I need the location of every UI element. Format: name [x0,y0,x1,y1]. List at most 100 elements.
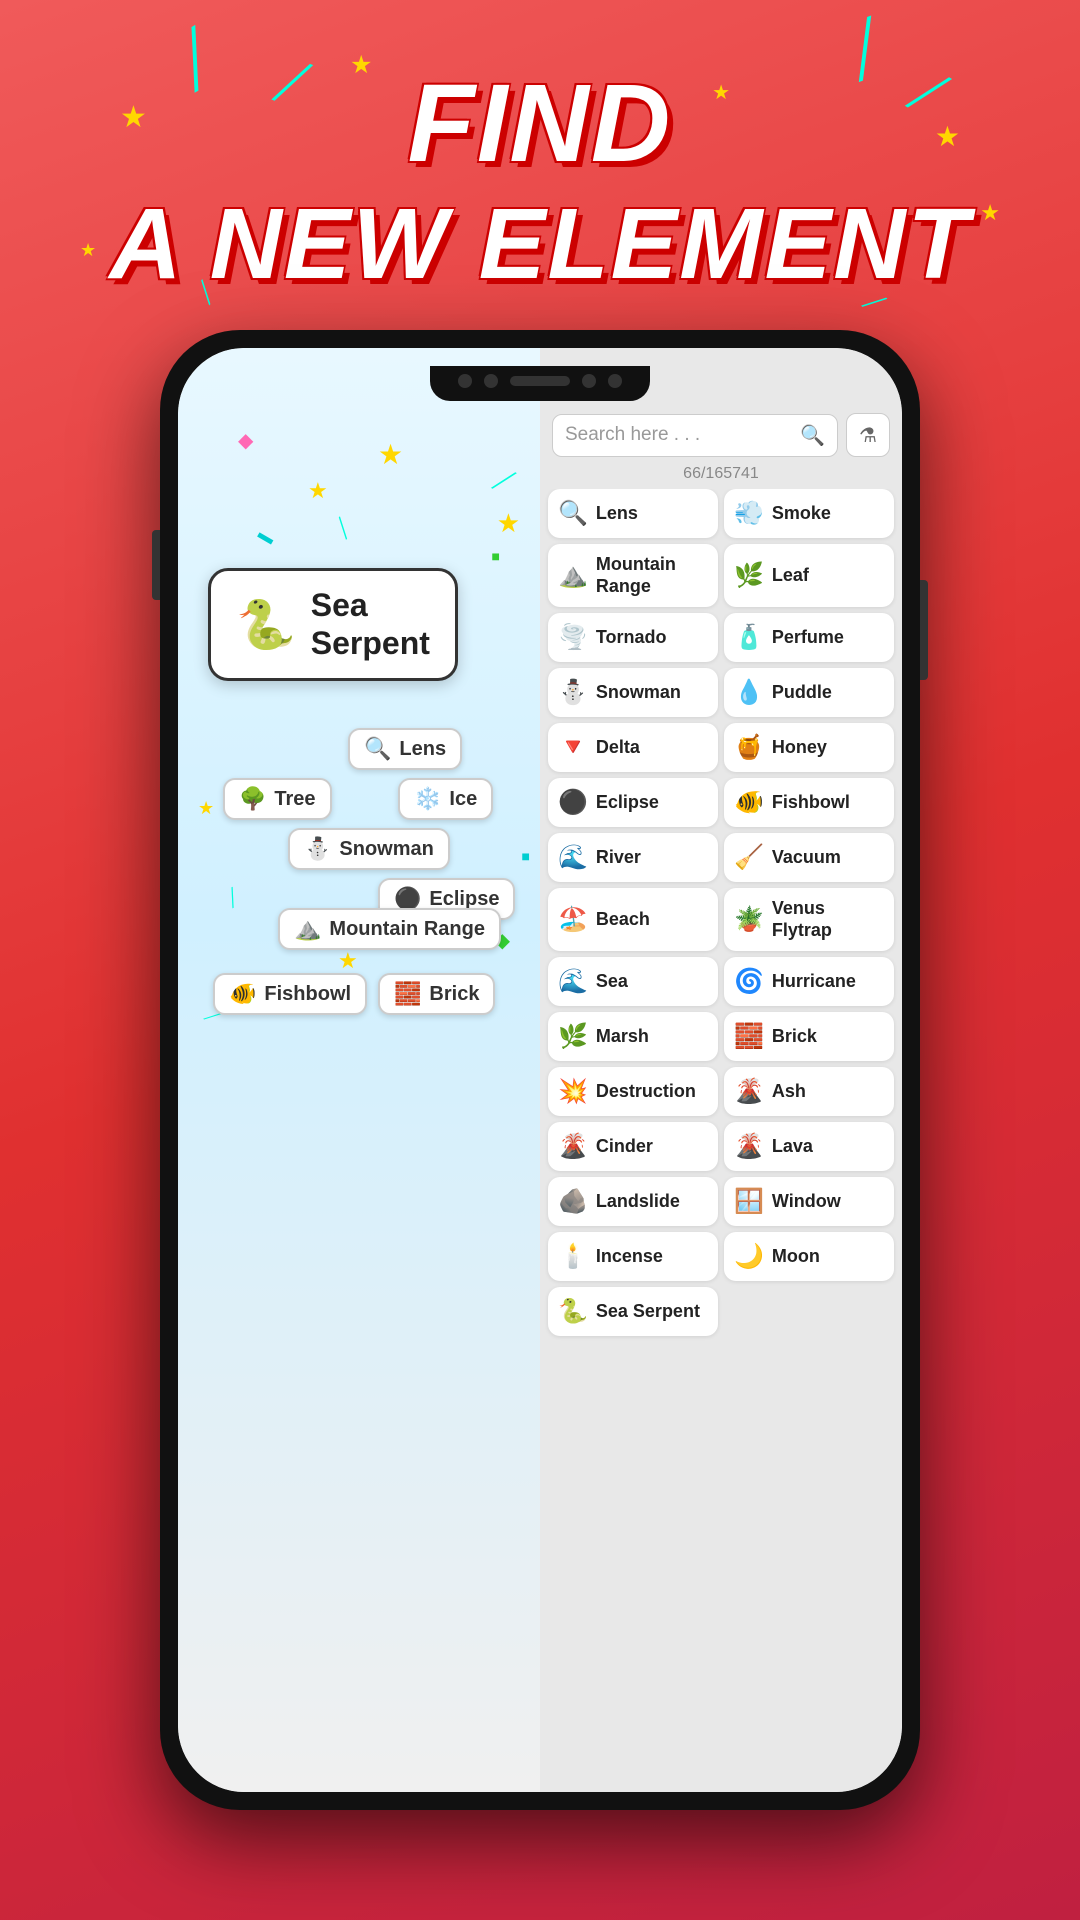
element-item-ash[interactable]: 🌋 Ash [724,1067,894,1116]
chip-tree-emoji: 🌳 [239,786,266,812]
element-emoji-perfume: 🧴 [734,623,764,652]
element-item-window[interactable]: 🪟 Window [724,1177,894,1226]
chip-brick-emoji: 🧱 [394,981,421,1007]
element-emoji-leaf: 🌿 [734,561,764,590]
element-item-river[interactable]: 🌊 River [548,833,718,882]
screen-content: ★ ★ ★ ◆ ▬ ■ ╱ ╱ ★ ■ ╱ ◆ ★ ╱ 🐍 SeaSerpent [178,348,902,1792]
element-name-honey: Honey [772,737,827,759]
chip-fishbowl: 🐠 Fishbowl [213,973,367,1015]
element-emoji-snowman: ⛄ [558,678,588,707]
element-row-2: ⛰️ Mountain Range 🌿 Leaf [548,544,894,607]
element-item-puddle[interactable]: 💧 Puddle [724,668,894,717]
element-item-sea-serpent[interactable]: 🐍 Sea Serpent [548,1287,718,1336]
element-list[interactable]: 🔍 Lens 💨 Smoke ⛰️ Mountain Range [540,489,902,1792]
element-name-moon: Moon [772,1246,820,1268]
notch-camera [458,374,622,388]
search-bar: Search here . . . 🔍 ⚗ [540,403,902,463]
element-emoji-sea-serpent: 🐍 [558,1297,588,1326]
element-name-snowman: Snowman [596,682,681,704]
chip-ice: ❄️ Ice [398,778,493,820]
element-row-10: 🌿 Marsh 🧱 Brick [548,1012,894,1061]
phone-frame: ★ ★ ★ ◆ ▬ ■ ╱ ╱ ★ ■ ╱ ◆ ★ ╱ 🐍 SeaSerpent [160,330,920,1810]
search-icon[interactable]: 🔍 [800,423,825,448]
element-name-tornado: Tornado [596,627,667,649]
element-emoji-hurricane: 🌀 [734,967,764,996]
element-name-window: Window [772,1191,841,1213]
element-item-lava[interactable]: 🌋 Lava [724,1122,894,1171]
element-name-river: River [596,847,641,869]
element-emoji-delta: 🔻 [558,733,588,762]
element-row-6: ⚫ Eclipse 🐠 Fishbowl [548,778,894,827]
element-emoji-sea: 🌊 [558,967,588,996]
element-item-eclipse[interactable]: ⚫ Eclipse [548,778,718,827]
element-item-mountain-range[interactable]: ⛰️ Mountain Range [548,544,718,607]
chip-lens-emoji: 🔍 [364,736,391,762]
element-name-perfume: Perfume [772,627,844,649]
element-emoji-lens: 🔍 [558,499,588,528]
chip-brick: 🧱 Brick [378,973,495,1015]
element-emoji-venus-flytrap: 🪴 [734,905,764,934]
element-item-delta[interactable]: 🔻 Delta [548,723,718,772]
element-emoji-window: 🪟 [734,1187,764,1216]
element-name-lava: Lava [772,1136,813,1158]
element-name-landslide: Landslide [596,1191,680,1213]
element-item-beach[interactable]: 🏖️ Beach [548,888,718,951]
element-name-ash: Ash [772,1081,806,1103]
element-emoji-cinder: 🌋 [558,1132,588,1161]
element-emoji-destruction: 💥 [558,1077,588,1106]
element-row-7: 🌊 River 🧹 Vacuum [548,833,894,882]
chip-snowman-emoji: ⛄ [304,836,331,862]
element-row-15: 🐍 Sea Serpent [548,1287,894,1336]
element-emoji-lava: 🌋 [734,1132,764,1161]
element-name-fishbowl: Fishbowl [772,792,850,814]
element-emoji-fishbowl: 🐠 [734,788,764,817]
chip-mountain-range: ⛰️ Mountain Range [278,908,501,950]
element-item-smoke[interactable]: 💨 Smoke [724,489,894,538]
element-item-destruction[interactable]: 💥 Destruction [548,1067,718,1116]
element-emoji-vacuum: 🧹 [734,843,764,872]
result-card-emoji: 🐍 [236,596,296,653]
element-row-14: 🕯️ Incense 🌙 Moon [548,1232,894,1281]
element-item-moon[interactable]: 🌙 Moon [724,1232,894,1281]
element-item-vacuum[interactable]: 🧹 Vacuum [724,833,894,882]
element-name-destruction: Destruction [596,1081,696,1103]
element-name-venus-flytrap: Venus Flytrap [772,898,884,941]
element-item-leaf[interactable]: 🌿 Leaf [724,544,894,607]
element-item-sea[interactable]: 🌊 Sea [548,957,718,1006]
chip-snowman-label: Snowman [339,838,433,861]
element-item-incense[interactable]: 🕯️ Incense [548,1232,718,1281]
chip-tree-label: Tree [274,788,315,811]
element-item-fishbowl[interactable]: 🐠 Fishbowl [724,778,894,827]
element-item-marsh[interactable]: 🌿 Marsh [548,1012,718,1061]
element-emoji-landslide: 🪨 [558,1187,588,1216]
element-item-brick[interactable]: 🧱 Brick [724,1012,894,1061]
element-item-landslide[interactable]: 🪨 Landslide [548,1177,718,1226]
element-name-lens: Lens [596,503,638,525]
element-item-honey[interactable]: 🍯 Honey [724,723,894,772]
phone-button-right [920,580,928,680]
camera-dot-2 [484,374,498,388]
chip-tree: 🌳 Tree [223,778,332,820]
element-item-hurricane[interactable]: 🌀 Hurricane [724,957,894,1006]
element-item-perfume[interactable]: 🧴 Perfume [724,613,894,662]
element-emoji-ash: 🌋 [734,1077,764,1106]
chip-lens-label: Lens [399,738,446,761]
element-item-lens[interactable]: 🔍 Lens [548,489,718,538]
element-row-5: 🔻 Delta 🍯 Honey [548,723,894,772]
element-name-beach: Beach [596,909,650,931]
element-row-11: 💥 Destruction 🌋 Ash [548,1067,894,1116]
element-item-venus-flytrap[interactable]: 🪴 Venus Flytrap [724,888,894,951]
title-line2: A NEW ELEMENT [0,187,1080,302]
element-emoji-incense: 🕯️ [558,1242,588,1271]
element-emoji-beach: 🏖️ [558,905,588,934]
element-item-tornado[interactable]: 🌪️ Tornado [548,613,718,662]
element-item-snowman[interactable]: ⛄ Snowman [548,668,718,717]
filter-button[interactable]: ⚗ [846,413,890,457]
search-input-wrap[interactable]: Search here . . . 🔍 [552,414,838,457]
left-panel: ★ ★ ★ ◆ ▬ ■ ╱ ╱ ★ ■ ╱ ◆ ★ ╱ 🐍 SeaSerpent [178,348,540,1792]
element-name-hurricane: Hurricane [772,971,856,993]
result-card: 🐍 SeaSerpent [208,568,458,681]
element-name-smoke: Smoke [772,503,831,525]
element-item-cinder[interactable]: 🌋 Cinder [548,1122,718,1171]
phone-screen: ★ ★ ★ ◆ ▬ ■ ╱ ╱ ★ ■ ╱ ◆ ★ ╱ 🐍 SeaSerpent [178,348,902,1792]
